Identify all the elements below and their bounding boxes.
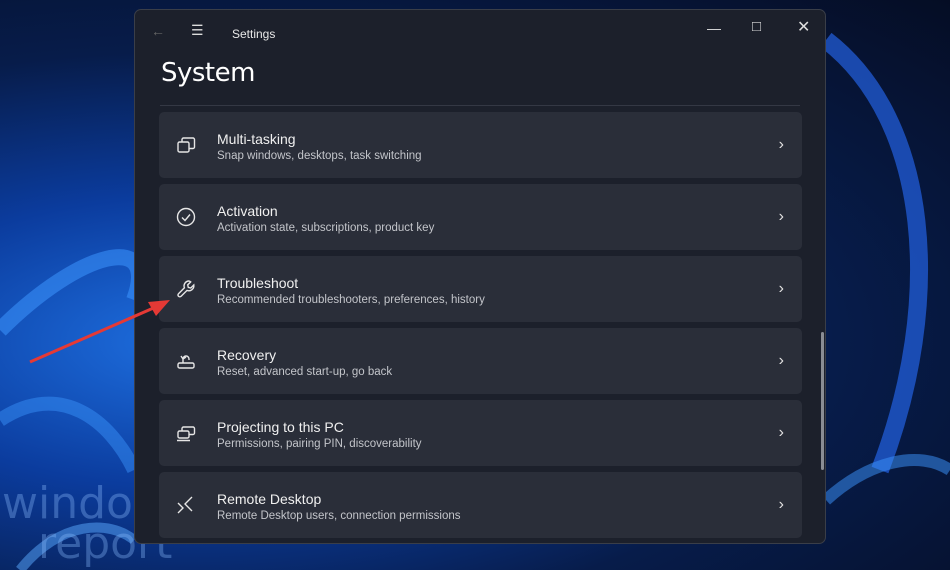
- back-arrow-icon[interactable]: ←: [151, 23, 165, 39]
- item-subtitle: Remote Desktop users, connection permiss…: [217, 510, 461, 522]
- hamburger-menu-icon[interactable]: ☰: [191, 22, 204, 39]
- item-title: Remote Desktop: [217, 491, 322, 507]
- item-subtitle: Permissions, pairing PIN, discoverabilit…: [217, 438, 422, 450]
- multitasking-icon: [177, 137, 196, 153]
- item-title: Recovery: [217, 347, 277, 363]
- item-subtitle: Snap windows, desktops, task switching: [217, 150, 422, 162]
- divider: [160, 105, 800, 106]
- chevron-right-icon: ›: [778, 208, 784, 225]
- scrollbar-thumb[interactable]: [821, 332, 824, 470]
- item-title: Projecting to this PC: [217, 419, 344, 435]
- chevron-right-icon: ›: [778, 424, 784, 441]
- title-bar: ← ☰ Settings — □ ✕: [135, 10, 825, 56]
- chevron-right-icon: ›: [778, 136, 784, 153]
- settings-window: ← ☰ Settings — □ ✕ System Multi-tasking …: [134, 9, 826, 544]
- remote-desktop-icon: [177, 496, 193, 514]
- recovery-icon: [177, 355, 195, 369]
- item-subtitle: Activation state, subscriptions, product…: [217, 222, 435, 234]
- item-title: Multi-tasking: [217, 131, 296, 147]
- chevron-right-icon: ›: [778, 496, 784, 513]
- settings-item-recovery[interactable]: Recovery Reset, advanced start-up, go ba…: [159, 328, 802, 394]
- check-circle-icon: [176, 207, 196, 227]
- settings-item-troubleshoot[interactable]: Troubleshoot Recommended troubleshooters…: [159, 256, 802, 322]
- item-title: Troubleshoot: [217, 275, 299, 291]
- close-button[interactable]: ✕: [797, 17, 810, 37]
- projector-icon: [177, 426, 196, 442]
- item-subtitle: Reset, advanced start-up, go back: [217, 366, 393, 378]
- settings-item-projecting[interactable]: Projecting to this PC Permissions, pairi…: [159, 400, 802, 466]
- chevron-right-icon: ›: [778, 352, 784, 369]
- maximize-button[interactable]: □: [752, 18, 761, 35]
- settings-item-activation[interactable]: Activation Activation state, subscriptio…: [159, 184, 802, 250]
- page-title: System: [161, 58, 255, 88]
- minimize-button[interactable]: —: [707, 20, 721, 36]
- settings-item-multitasking[interactable]: Multi-tasking Snap windows, desktops, ta…: [159, 112, 802, 178]
- item-subtitle: Recommended troubleshooters, preferences…: [217, 294, 485, 306]
- wrench-icon: [177, 280, 195, 298]
- chevron-right-icon: ›: [778, 280, 784, 297]
- settings-item-remote-desktop[interactable]: Remote Desktop Remote Desktop users, con…: [159, 472, 802, 538]
- window-title: Settings: [232, 27, 276, 41]
- item-title: Activation: [217, 203, 278, 219]
